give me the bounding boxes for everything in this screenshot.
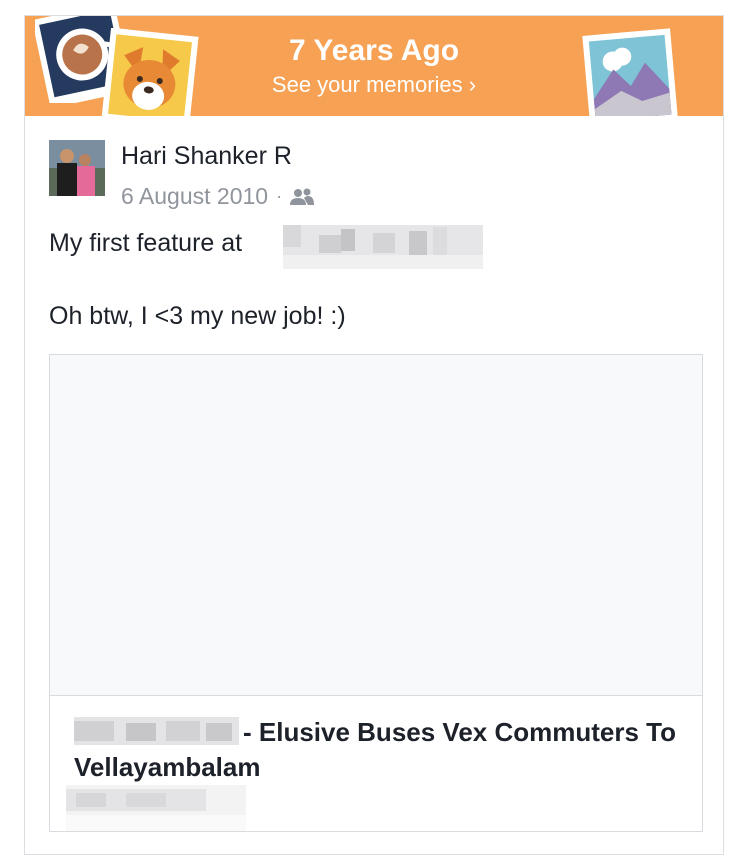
avatar[interactable]: [49, 140, 105, 196]
post-date[interactable]: 6 August 2010: [121, 183, 268, 210]
see-memories-link[interactable]: See your memories ›: [25, 72, 723, 98]
memories-banner[interactable]: 7 Years Ago See your memories ›: [25, 16, 723, 116]
author-name[interactable]: Hari Shanker R: [121, 142, 292, 171]
post-text-line1: My first feature at: [49, 229, 243, 257]
banner-title: 7 Years Ago: [288, 34, 460, 67]
post-meta: 6 August 2010 ·: [121, 183, 315, 210]
redacted-domain: [66, 785, 246, 831]
link-preview[interactable]: - Elusive Buses Vex Commuters To Vellaya…: [49, 354, 703, 832]
redacted-text: [283, 225, 483, 269]
meta-separator: ·: [276, 186, 283, 206]
link-image: [50, 355, 702, 696]
post-text-line2: Oh btw, I <3 my new job! :): [49, 302, 346, 330]
redacted-text: [74, 717, 239, 745]
link-title[interactable]: - Elusive Buses Vex Commuters To Vellaya…: [74, 715, 694, 785]
memory-card: 7 Years Ago See your memories › Hari Sha…: [24, 15, 724, 855]
friends-icon[interactable]: [290, 188, 315, 206]
